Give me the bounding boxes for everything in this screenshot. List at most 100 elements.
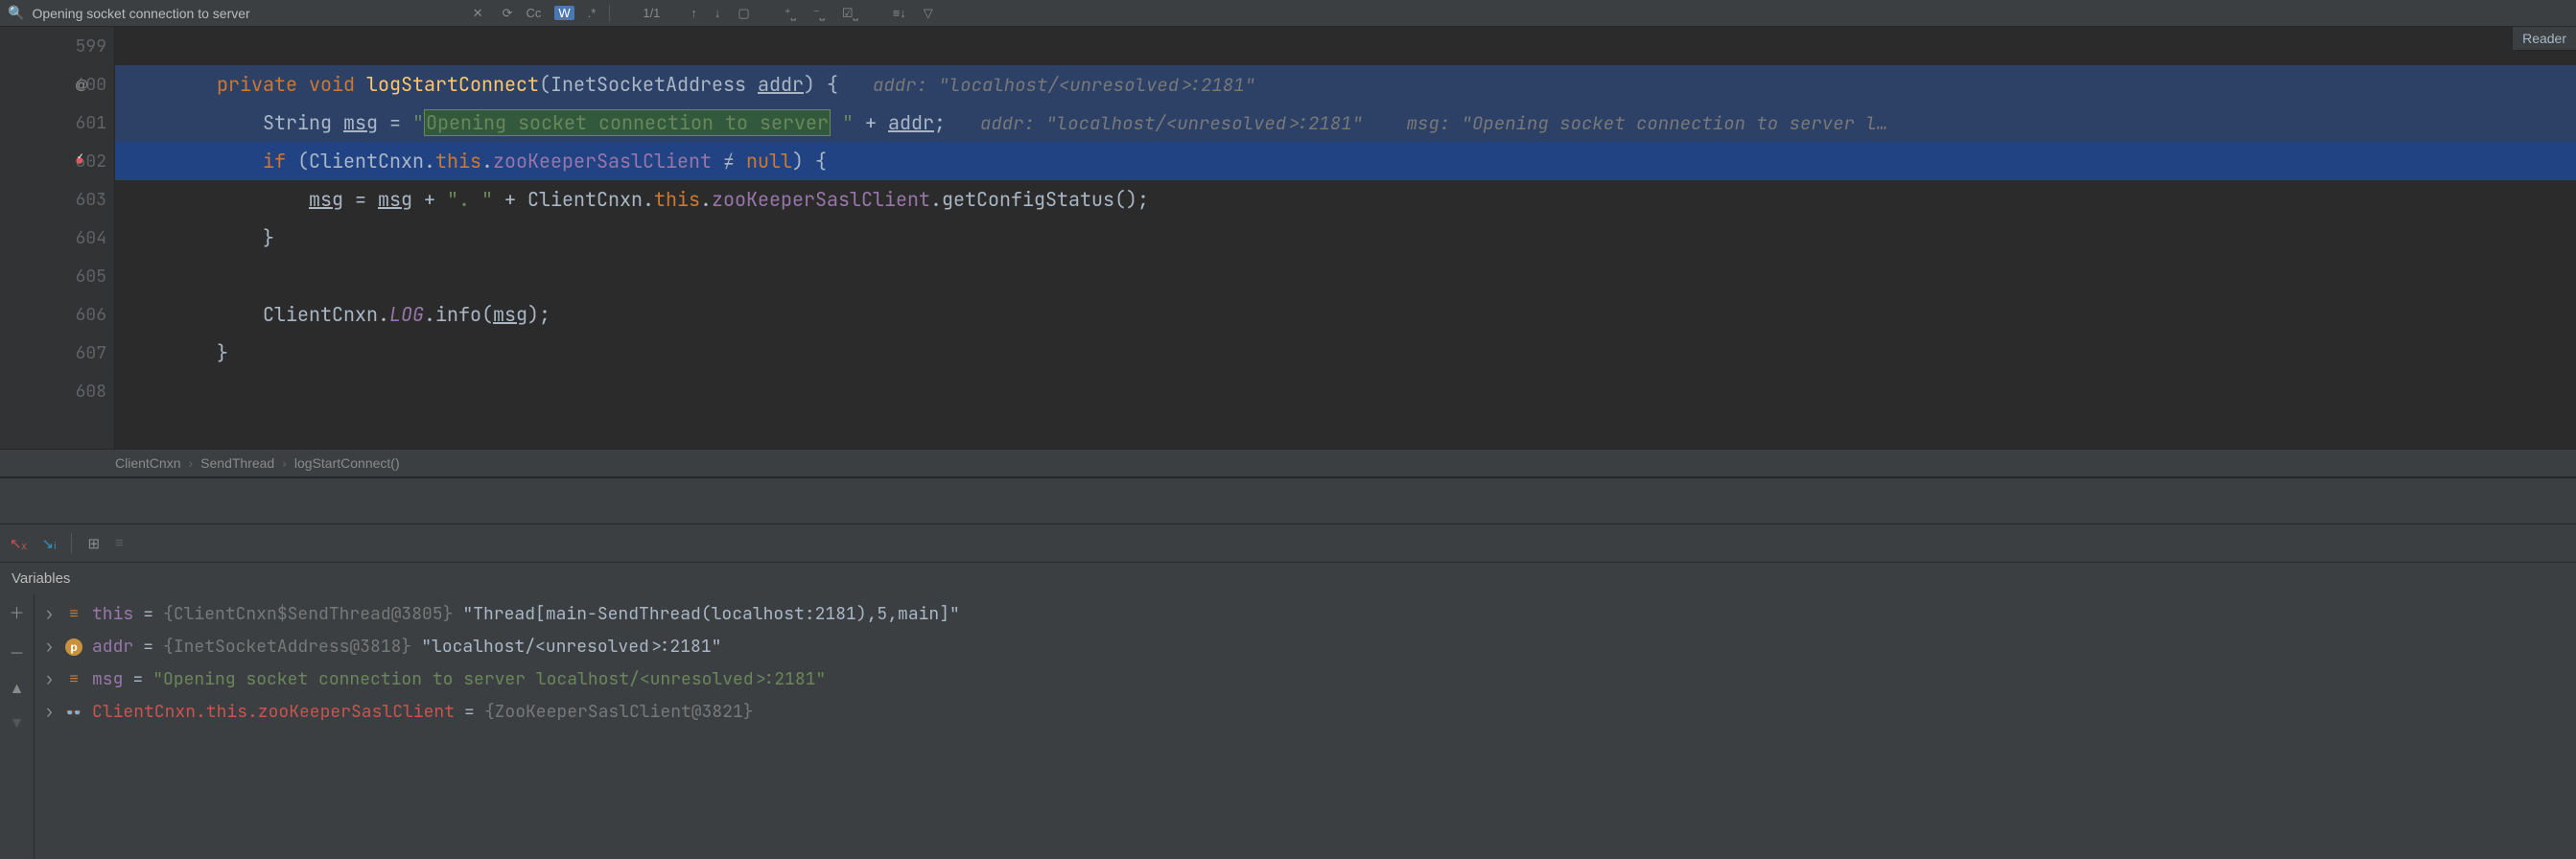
variable-row[interactable]: ›≡this = {ClientCnxn$SendThread@3805} "T…: [44, 598, 2566, 631]
chevron-right-icon: ›: [282, 455, 287, 471]
variable-name: addr: [92, 631, 133, 663]
variable-type: {ZooKeeperSaslClient@3821}: [484, 696, 754, 729]
line-number: 608: [59, 381, 106, 403]
variable-row[interactable]: ›👓ClientCnxn.this.zooKeeperSaslClient = …: [44, 696, 2566, 729]
variables-side-toolbar: ＋ － ▲ ▼: [0, 594, 35, 859]
move-up-icon[interactable]: ▲: [10, 681, 25, 698]
separator: [609, 5, 610, 22]
code-line[interactable]: private void logStartConnect(InetSocketA…: [115, 65, 2576, 104]
step-into-blue-icon[interactable]: ↘ᵢ: [42, 535, 57, 552]
search-box[interactable]: 🔍 Opening socket connection to server: [8, 5, 250, 21]
debug-panel: ↖ₓ ↘ᵢ ⊞ ≡ Variables ＋ － ▲ ▼ ›≡this = {Cl…: [0, 523, 2576, 859]
chevron-right-icon[interactable]: ›: [44, 696, 56, 729]
variable-row[interactable]: › ≡ msg = "Opening socket connection to se…: [44, 663, 2566, 696]
variable-row[interactable]: › paddr = {InetSocketAddress@3818} "local…: [44, 631, 2566, 663]
debug-toolbar: ↖ₓ ↘ᵢ ⊞ ≡: [0, 524, 2576, 563]
editor-gutter: 599 600@601602●✓ 603 604 605 606 607 608: [0, 27, 115, 449]
chevron-right-icon[interactable]: ›: [44, 598, 56, 631]
variable-name: msg: [92, 663, 123, 696]
match-count: 1/1: [643, 6, 660, 20]
variable-value: "Thread[main-SendThread(localhost:2181),…: [462, 598, 959, 631]
code-line[interactable]: String msg = "Opening socket connection …: [115, 104, 2576, 142]
variable-value: "Opening socket connection to server loc…: [152, 663, 826, 696]
breadcrumb-item[interactable]: logStartConnect(): [294, 455, 400, 471]
search-text: Opening socket connection to server: [32, 6, 249, 21]
variable-value: "localhost/<unresolved>:2181": [421, 631, 721, 663]
match-case-toggle[interactable]: Cc: [527, 6, 542, 20]
line-number: 603: [59, 189, 106, 211]
line-number: 599: [59, 35, 106, 58]
find-bar: 🔍 Opening socket connection to server ✕ …: [0, 0, 2576, 27]
chevron-right-icon[interactable]: ›: [44, 631, 56, 663]
line-number: 607: [59, 342, 106, 364]
equals-sign: =: [132, 663, 143, 696]
move-down-icon[interactable]: ▼: [10, 715, 25, 732]
gutter-row[interactable]: 602●✓: [0, 142, 114, 180]
debug-blank-strip: [0, 477, 2576, 523]
code-area[interactable]: private void logStartConnect(InetSocketA…: [115, 27, 2576, 449]
object-icon: ≡: [65, 671, 82, 688]
remove-watch-icon[interactable]: －: [9, 640, 24, 663]
code-line[interactable]: msg = msg + ". " + ClientCnxn.this.zooKe…: [115, 180, 2576, 219]
regex-toggle[interactable]: .*: [588, 6, 597, 20]
equals-sign: =: [143, 598, 153, 631]
code-line[interactable]: }: [115, 334, 2576, 372]
gutter-row[interactable]: 604: [0, 219, 114, 257]
find-options: ⟳ Cc W .* 1/1: [503, 5, 661, 22]
code-line[interactable]: if (ClientCnxn.this.zooKeeperSaslClient …: [115, 142, 2576, 180]
line-number: 606: [59, 304, 106, 326]
gutter-row[interactable]: 599: [0, 27, 114, 65]
gutter-row[interactable]: 608: [0, 372, 114, 410]
whole-word-toggle[interactable]: W: [554, 6, 574, 20]
code-line[interactable]: [115, 257, 2576, 295]
next-match-icon[interactable]: ↓: [714, 6, 721, 20]
gutter-row[interactable]: 606: [0, 295, 114, 334]
gutter-row[interactable]: 605: [0, 257, 114, 295]
gutter-row[interactable]: 607: [0, 334, 114, 372]
add-selection-icon[interactable]: ⁺⎵: [785, 6, 796, 21]
breadcrumb-item[interactable]: ClientCnxn: [115, 455, 180, 471]
pin-icon[interactable]: ⟳: [503, 6, 513, 21]
separator: [71, 533, 72, 554]
variables-body: ＋ － ▲ ▼ ›≡this = {ClientCnxn$SendThread@…: [0, 594, 2576, 859]
gutter-row[interactable]: 603: [0, 180, 114, 219]
filter-icon-2[interactable]: ▽: [924, 6, 933, 21]
add-watch-icon[interactable]: ＋: [9, 600, 24, 623]
filter-icon-1[interactable]: ≡↓: [893, 6, 906, 20]
variable-name: ClientCnxn.this.zooKeeperSaslClient: [92, 696, 455, 729]
gutter-row[interactable]: 601: [0, 104, 114, 142]
override-icon[interactable]: @: [75, 77, 88, 92]
variable-type: {ClientCnxn$SendThread@3805}: [163, 598, 453, 631]
line-number: 604: [59, 227, 106, 249]
find-nav: ↑ ↓ ▢ ⁺⎵ ⁻⎵ ☑⎵ ≡↓ ▽: [691, 6, 932, 21]
chevron-right-icon[interactable]: ›: [44, 663, 56, 696]
breakpoint-icon[interactable]: ●✓: [75, 152, 84, 170]
code-line[interactable]: ClientCnxn.LOG.info(msg);: [115, 295, 2576, 334]
step-out-red-icon[interactable]: ↖ₓ: [10, 535, 27, 552]
select-all-icon[interactable]: ▢: [738, 6, 749, 21]
object-icon: ≡: [65, 606, 82, 623]
search-icon: 🔍: [8, 5, 24, 21]
watch-icon: 👓: [65, 704, 82, 721]
equals-sign: =: [143, 631, 153, 663]
breadcrumb[interactable]: ClientCnxn › SendThread › logStartConnec…: [0, 449, 2576, 477]
code-line[interactable]: [115, 27, 2576, 65]
line-number: 605: [59, 266, 106, 288]
close-icon[interactable]: ✕: [473, 6, 483, 21]
table-view-icon[interactable]: ⊞: [87, 535, 100, 552]
list-view-icon[interactable]: ≡: [115, 535, 124, 551]
breadcrumb-item[interactable]: SendThread: [200, 455, 274, 471]
parameter-icon: p: [65, 638, 82, 656]
code-line[interactable]: }: [115, 219, 2576, 257]
remove-selection-icon[interactable]: ⁻⎵: [813, 6, 825, 21]
gutter-row[interactable]: 600@: [0, 65, 114, 104]
code-line[interactable]: [115, 372, 2576, 410]
chevron-right-icon: ›: [188, 455, 193, 471]
variables-list[interactable]: ›≡this = {ClientCnxn$SendThread@3805} "T…: [35, 594, 2576, 859]
variables-header: Variables: [0, 563, 2576, 594]
select-all-occurrences-icon[interactable]: ☑⎵: [842, 6, 858, 21]
prev-match-icon[interactable]: ↑: [691, 6, 697, 20]
code-editor[interactable]: Reader 599600@601602●✓603604605606607608…: [0, 27, 2576, 449]
equals-sign: =: [464, 696, 475, 729]
variable-type: {InetSocketAddress@3818}: [163, 631, 411, 663]
